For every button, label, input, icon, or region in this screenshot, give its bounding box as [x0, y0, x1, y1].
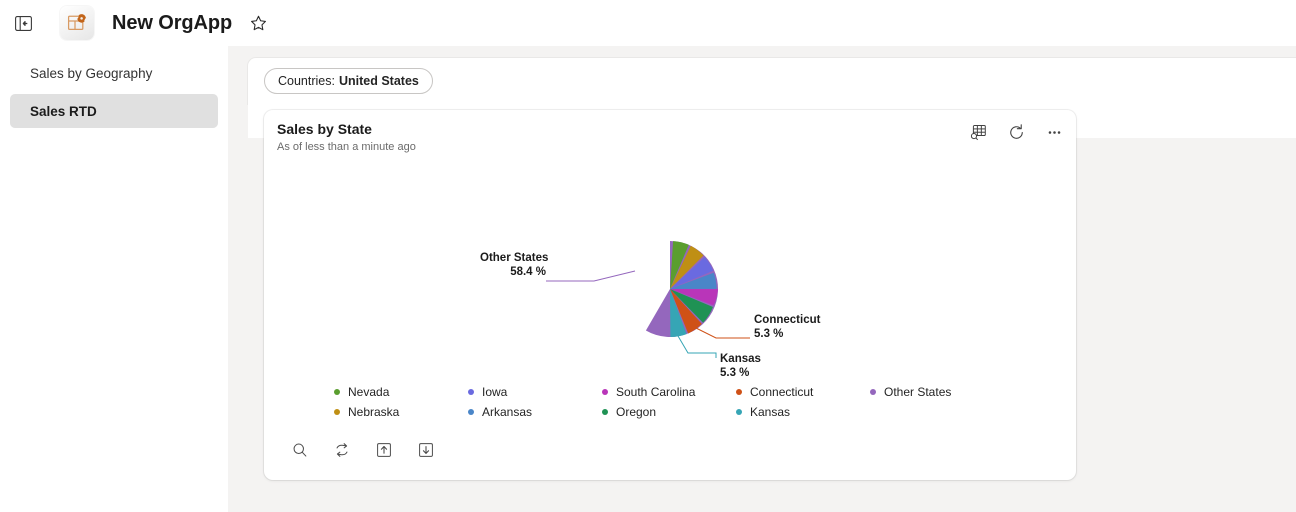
sidebar-item-label: Sales RTD [30, 103, 97, 119]
legend-label: Kansas [750, 405, 791, 419]
sidebar-item-sales-by-geography[interactable]: Sales by Geography [10, 56, 218, 90]
data-label-other-states-name: Other States [480, 252, 549, 264]
legend-row: Nebraska Arkansas Oregon Kansas [334, 402, 1054, 422]
data-label-kansas-pct: 5.3 % [720, 367, 750, 379]
panel-collapse-icon [14, 15, 32, 31]
legend-color-swatch [468, 389, 474, 395]
pie-chart: Other States 58.4 % Connecticut 5.3 % Ka… [264, 158, 1076, 379]
filter-bar: Countries: United States [248, 58, 1296, 104]
view-data-button[interactable] [966, 120, 990, 144]
favorite-button[interactable] [246, 11, 270, 35]
leader-line-connecticut [695, 327, 750, 339]
data-label-connecticut-pct: 5.3 % [754, 328, 784, 340]
leader-line-other-states [546, 270, 636, 282]
legend-item-connecticut[interactable]: Connecticut [736, 385, 870, 399]
legend-label: Connecticut [750, 385, 814, 399]
chart-card-header: Sales by State As of less than a minute … [264, 110, 1076, 162]
sync-button[interactable] [330, 438, 354, 462]
legend-item-arkansas[interactable]: Arkansas [468, 405, 602, 419]
refresh-icon [1009, 123, 1023, 139]
download-button[interactable] [414, 438, 438, 462]
sidebar-item-label: Sales by Geography [30, 65, 153, 81]
data-label-kansas-name: Kansas [720, 353, 761, 365]
legend-item-south-carolina[interactable]: South Carolina [602, 385, 736, 399]
legend-color-swatch [334, 389, 340, 395]
app-window: New OrgApp Sales by Geography Sales RTD … [0, 0, 1296, 512]
legend-color-swatch [736, 409, 742, 415]
table-search-icon [970, 124, 986, 140]
legend-item-nebraska[interactable]: Nebraska [334, 405, 468, 419]
filter-pill-value: United States [338, 74, 419, 88]
sidebar: Sales by Geography Sales RTD [0, 46, 228, 512]
legend-color-swatch [736, 389, 742, 395]
download-icon [419, 443, 433, 457]
legend-item-kansas[interactable]: Kansas [736, 405, 870, 419]
chart-subtitle: As of less than a minute ago [277, 141, 416, 153]
sidebar-item-sales-rtd[interactable]: Sales RTD [10, 94, 218, 128]
filter-pill-countries[interactable]: Countries: United States [264, 68, 433, 94]
legend-color-swatch [334, 409, 340, 415]
search-button[interactable] [288, 438, 312, 462]
legend-label: Other States [884, 385, 952, 399]
chart-card-tools [288, 438, 438, 462]
refresh-button[interactable] [1004, 120, 1028, 144]
data-label-connecticut-name: Connecticut [754, 314, 821, 326]
chart-card: Sales by State As of less than a minute … [264, 110, 1076, 480]
more-options-button[interactable] [1042, 120, 1066, 144]
legend-color-swatch [468, 409, 474, 415]
legend-item-other-states[interactable]: Other States [870, 385, 1004, 399]
legend-label: Oregon [616, 405, 657, 419]
chart-legend: Nevada Iowa South Carolina Connecticut O… [334, 382, 1054, 422]
legend-color-swatch [602, 409, 608, 415]
pie-leader-lines [546, 270, 750, 358]
legend-label: Nevada [348, 385, 390, 399]
star-outline-icon [250, 15, 266, 30]
legend-label: Nebraska [348, 405, 400, 419]
content-area: Countries: United States Sales by State … [228, 46, 1296, 512]
legend-item-oregon[interactable]: Oregon [602, 405, 736, 419]
data-label-other-states-pct: 58.4 % [510, 266, 546, 278]
pie-slices [645, 241, 719, 337]
sync-icon [336, 443, 348, 457]
legend-label: Iowa [482, 385, 508, 399]
upload-button[interactable] [372, 438, 396, 462]
chart-title: Sales by State [277, 121, 372, 137]
table-app-icon [67, 14, 86, 31]
data-label-kansas: Kansas 5.3 % [720, 352, 761, 380]
legend-color-swatch [602, 389, 608, 395]
upload-icon [377, 443, 391, 457]
search-icon [293, 443, 307, 457]
more-options-icon [1048, 130, 1060, 134]
data-label-connecticut: Connecticut 5.3 % [754, 313, 820, 341]
legend-color-swatch [870, 389, 876, 395]
legend-item-iowa[interactable]: Iowa [468, 385, 602, 399]
pie-chart-svg [546, 241, 750, 358]
legend-row: Nevada Iowa South Carolina Connecticut O… [334, 382, 1054, 402]
app-icon[interactable] [60, 6, 94, 40]
panel-collapse-button[interactable] [10, 10, 36, 36]
legend-label: Arkansas [482, 405, 533, 419]
data-label-other-states: Other States 58.4 % [480, 251, 549, 279]
chart-card-actions [966, 120, 1066, 144]
page-title: New OrgApp [112, 11, 233, 34]
leader-line-kansas [677, 335, 717, 358]
legend-item-nevada[interactable]: Nevada [334, 385, 468, 399]
legend-label: South Carolina [616, 385, 696, 399]
top-bar: New OrgApp [0, 0, 1296, 46]
filter-pill-key: Countries: [278, 74, 335, 88]
